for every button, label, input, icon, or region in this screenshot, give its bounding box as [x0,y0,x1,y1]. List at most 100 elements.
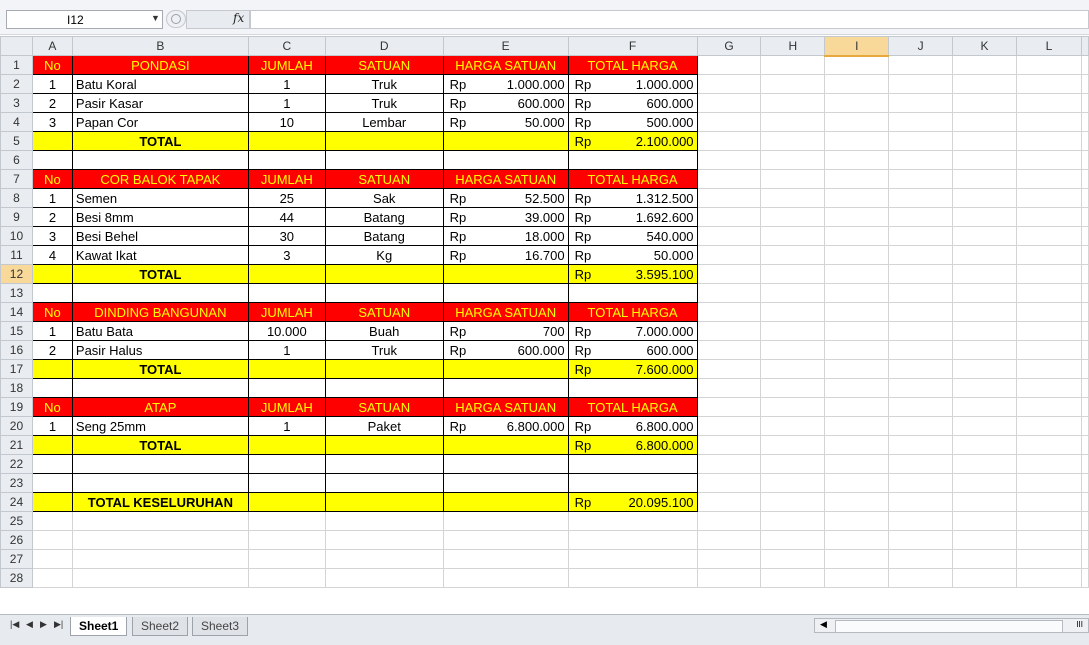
grand-total-value[interactable]: Rp 20.095.100 [567,492,698,512]
cell[interactable] [952,55,1017,75]
cell[interactable] [888,416,954,436]
cell[interactable] [31,454,73,474]
cell[interactable] [952,378,1017,398]
cell[interactable] [888,74,954,94]
row-header[interactable]: 7 [0,169,33,189]
cell[interactable] [888,169,954,189]
cell[interactable] [824,492,890,512]
item-unit[interactable]: Lembar [324,112,444,132]
cell[interactable] [824,226,890,246]
cell[interactable] [567,283,698,303]
cell[interactable] [567,378,698,398]
cell[interactable] [952,188,1017,208]
cell[interactable] [824,74,890,94]
column-header[interactable]: I [824,36,890,57]
sheet-tab[interactable]: Sheet2 [132,617,189,636]
item-price[interactable]: Rp 52.500 [442,188,569,208]
cell[interactable] [247,264,326,284]
item-unit[interactable]: Sak [324,188,444,208]
cell[interactable] [324,435,444,455]
cell[interactable] [952,264,1017,284]
cell[interactable] [442,378,569,398]
cell[interactable] [888,188,954,208]
total-label[interactable]: TOTAL [71,435,249,455]
item-qty[interactable]: 1 [247,416,326,436]
cell[interactable] [247,359,326,379]
item-price[interactable]: Rp 18.000 [442,226,569,246]
row-header[interactable]: 11 [0,245,33,265]
first-sheet-icon[interactable]: |◀ [10,619,19,630]
cell[interactable] [696,378,762,398]
cell[interactable] [888,435,954,455]
cell[interactable] [760,93,826,113]
cell[interactable] [696,112,762,132]
row-header[interactable]: 14 [0,302,33,322]
cell[interactable] [71,549,249,569]
cell[interactable] [567,568,698,588]
cell[interactable] [324,359,444,379]
cell[interactable] [760,131,826,151]
cell[interactable] [71,568,249,588]
cell[interactable] [324,492,444,512]
item-total[interactable]: Rp 1.692.600 [567,207,698,227]
cell[interactable] [824,131,890,151]
cell[interactable] [760,378,826,398]
row-header[interactable]: 22 [0,454,33,474]
cell[interactable] [824,511,890,531]
cell[interactable] [888,112,954,132]
cell[interactable] [1015,397,1083,417]
cell[interactable] [324,131,444,151]
item-price[interactable]: Rp 50.000 [442,112,569,132]
cell[interactable] [442,473,569,493]
cell[interactable] [31,549,73,569]
header-jumlah[interactable]: JUMLAH [247,397,326,417]
cell[interactable] [824,549,890,569]
column-header[interactable]: E [442,36,569,56]
cell[interactable] [247,378,326,398]
cell[interactable] [31,283,73,303]
cell[interactable] [71,511,249,531]
cell[interactable] [888,378,954,398]
item-unit[interactable]: Truk [324,93,444,113]
cell[interactable] [760,549,826,569]
cell[interactable] [760,169,826,189]
item-unit[interactable]: Batang [324,226,444,246]
row-header[interactable]: 12 [0,264,33,284]
item-total[interactable]: Rp 500.000 [567,112,698,132]
item-name[interactable]: Besi Behel [71,226,249,246]
cell[interactable] [824,530,890,550]
cell[interactable] [31,131,73,151]
cell[interactable] [567,549,698,569]
section-total[interactable]: Rp 2.100.000 [567,131,698,151]
header-satuan[interactable]: SATUAN [324,302,444,322]
cell[interactable] [760,416,826,436]
column-header[interactable]: K [952,36,1017,56]
item-no[interactable]: 4 [31,245,73,265]
cell[interactable] [31,473,73,493]
cell[interactable] [888,245,954,265]
cell[interactable] [696,169,762,189]
cell[interactable] [31,378,73,398]
cell[interactable] [567,150,698,170]
row-header[interactable]: 10 [0,226,33,246]
cell[interactable] [952,283,1017,303]
cell[interactable] [247,435,326,455]
cell[interactable] [888,321,954,341]
cell[interactable] [696,454,762,474]
row-header[interactable]: 5 [0,131,33,151]
cell[interactable] [1015,264,1083,284]
cell[interactable] [888,511,954,531]
cell[interactable] [888,549,954,569]
cell[interactable] [952,435,1017,455]
cell[interactable] [31,435,73,455]
header-no[interactable]: No [31,169,73,189]
row-header[interactable]: 4 [0,112,33,132]
cell[interactable] [952,454,1017,474]
cell[interactable] [824,321,890,341]
cell[interactable] [696,131,762,151]
cell[interactable] [760,473,826,493]
cell[interactable] [696,321,762,341]
cell[interactable] [31,568,73,588]
cell[interactable] [324,378,444,398]
item-unit[interactable]: Batang [324,207,444,227]
